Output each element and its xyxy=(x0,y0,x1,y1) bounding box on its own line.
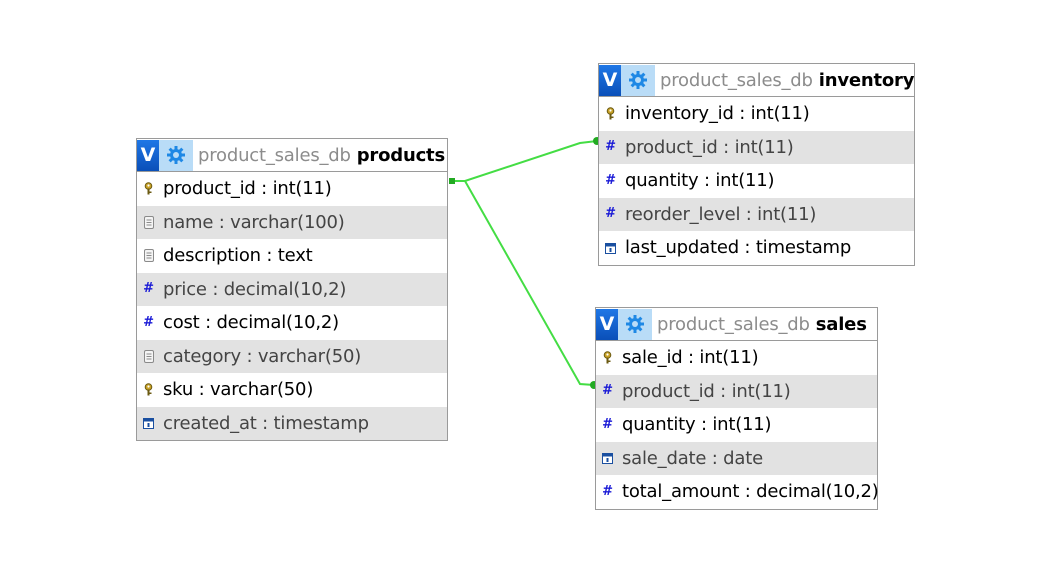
column-label: description : text xyxy=(163,245,313,267)
table-inventory[interactable]: V product_sales_db inventory inventory_i… xyxy=(598,63,915,266)
toggle-icon[interactable]: V xyxy=(599,64,621,96)
column-label: product_id : int(11) xyxy=(625,136,794,158)
numeric-type-icon: # xyxy=(143,314,154,330)
column-row[interactable]: # cost : decimal(10,2) xyxy=(137,306,447,340)
column-label: product_id : int(11) xyxy=(622,380,791,402)
column-row[interactable]: description : text xyxy=(137,239,447,273)
table-sales[interactable]: V product_sales_db sales sale_id : int(1… xyxy=(595,307,879,510)
column-label: reorder_level : int(11) xyxy=(625,203,817,225)
table-header[interactable]: V product_sales_db products xyxy=(137,139,447,172)
table-db-name: product_sales_db xyxy=(660,69,813,91)
column-label: category : varchar(50) xyxy=(163,345,362,367)
numeric-type-icon: # xyxy=(605,206,616,222)
numeric-type-icon: # xyxy=(602,483,613,499)
table-name: sales xyxy=(815,313,867,335)
designer-canvas: V product_sales_db products product_id :… xyxy=(0,0,1041,570)
date-type-icon xyxy=(602,451,613,465)
table-header[interactable]: V product_sales_db inventory xyxy=(599,64,914,97)
column-row[interactable]: # price : decimal(10,2) xyxy=(137,272,447,306)
column-label: total_amount : decimal(10,2) xyxy=(622,481,879,503)
key-icon xyxy=(602,351,613,365)
column-row[interactable]: # total_amount : decimal(10,2) xyxy=(596,475,879,509)
column-label: sku : varchar(50) xyxy=(163,379,314,401)
column-row[interactable]: # quantity : int(11) xyxy=(596,408,877,442)
column-label: last_updated : timestamp xyxy=(625,237,852,259)
column-label: quantity : int(11) xyxy=(625,170,775,192)
relation-anchor-products xyxy=(449,178,455,184)
numeric-type-icon: # xyxy=(602,383,613,399)
column-row[interactable]: created_at : timestamp xyxy=(137,406,447,440)
column-row[interactable]: inventory_id : int(11) xyxy=(599,97,914,131)
gear-icon[interactable] xyxy=(618,308,652,340)
column-row[interactable]: # reorder_level : int(11) xyxy=(599,197,914,231)
column-row[interactable]: product_id : int(11) xyxy=(137,172,447,206)
column-label: sale_id : int(11) xyxy=(622,347,759,369)
text-type-icon xyxy=(143,349,154,363)
column-row[interactable]: sku : varchar(50) xyxy=(137,373,447,407)
toggle-icon[interactable]: V xyxy=(596,308,618,340)
table-name: products xyxy=(356,144,445,166)
column-row[interactable]: sale_date : date xyxy=(596,441,877,475)
column-label: quantity : int(11) xyxy=(622,414,772,436)
table-header[interactable]: V product_sales_db sales xyxy=(596,308,877,341)
key-icon xyxy=(143,182,154,196)
toggle-icon[interactable]: V xyxy=(137,139,159,171)
gear-icon[interactable] xyxy=(159,139,193,171)
relation-line-products-sales[interactable] xyxy=(453,180,595,386)
text-type-icon xyxy=(143,249,154,263)
column-row[interactable]: sale_id : int(11) xyxy=(596,341,877,375)
numeric-type-icon: # xyxy=(143,281,154,297)
column-label: price : decimal(10,2) xyxy=(163,278,347,300)
relation-line-products-inventory[interactable] xyxy=(453,140,598,182)
table-db-name: product_sales_db xyxy=(657,313,810,335)
column-label: created_at : timestamp xyxy=(163,412,369,434)
table-products[interactable]: V product_sales_db products product_id :… xyxy=(136,138,448,441)
numeric-type-icon: # xyxy=(605,172,616,188)
text-type-icon xyxy=(143,215,154,229)
column-row[interactable]: # product_id : int(11) xyxy=(599,130,914,164)
key-icon xyxy=(605,107,616,121)
numeric-type-icon: # xyxy=(605,139,616,155)
column-label: cost : decimal(10,2) xyxy=(163,312,339,334)
column-label: inventory_id : int(11) xyxy=(625,103,810,125)
table-name: inventory xyxy=(818,69,914,91)
key-icon xyxy=(143,383,154,397)
column-label: name : varchar(100) xyxy=(163,211,345,233)
numeric-type-icon: # xyxy=(602,416,613,432)
gear-icon[interactable] xyxy=(621,64,655,96)
column-label: product_id : int(11) xyxy=(163,178,332,200)
column-row[interactable]: # quantity : int(11) xyxy=(599,164,914,198)
date-type-icon xyxy=(143,416,154,430)
column-row[interactable]: name : varchar(100) xyxy=(137,205,447,239)
column-row[interactable]: category : varchar(50) xyxy=(137,339,447,373)
column-row[interactable]: # product_id : int(11) xyxy=(596,374,877,408)
table-db-name: product_sales_db xyxy=(198,144,351,166)
column-row[interactable]: last_updated : timestamp xyxy=(599,231,914,265)
date-type-icon xyxy=(605,241,616,255)
column-label: sale_date : date xyxy=(622,447,763,469)
